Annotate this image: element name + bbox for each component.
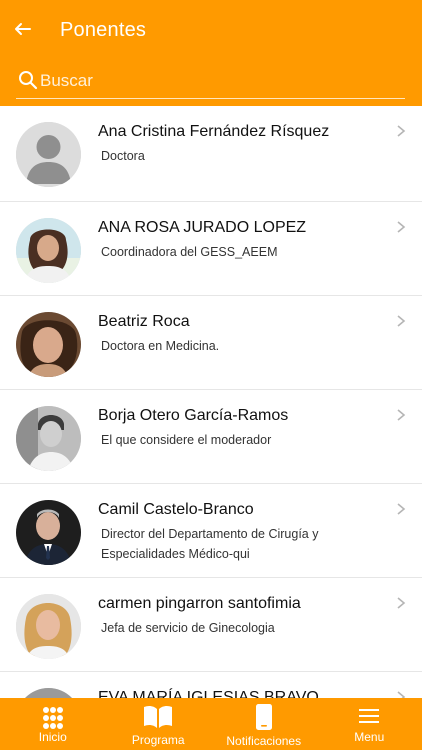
bottom-tab-bar: Inicio Programa Notificaciones Menu <box>0 698 422 750</box>
speaker-role: Doctora en Medicina. <box>101 339 220 353</box>
arrow-left-icon <box>15 23 31 35</box>
speaker-name: ANA ROSA JURADO LOPEZ <box>98 219 307 236</box>
list-item[interactable]: EVA MARÍA IGLESIAS BRAVO <box>0 672 422 698</box>
speaker-role: Coordinadora del GESS_AEEM <box>101 245 278 259</box>
chevron-right-icon <box>397 315 406 327</box>
list-item[interactable]: ANA ROSA JURADO LOPEZ Coordinadora del G… <box>0 202 422 296</box>
menu-icon <box>359 709 380 723</box>
list-item[interactable]: Camil Castelo-Branco Director del Depart… <box>0 484 422 578</box>
search-bar[interactable] <box>16 68 405 99</box>
tab-programa[interactable]: Programa <box>106 698 212 750</box>
avatar <box>16 688 81 698</box>
back-button[interactable] <box>10 16 36 42</box>
avatar <box>16 406 81 471</box>
chevron-right-icon <box>397 503 406 515</box>
speaker-photo <box>16 500 81 565</box>
avatar <box>16 312 81 377</box>
tab-label: Inicio <box>38 730 67 744</box>
chevron-right-icon <box>397 597 406 609</box>
speaker-photo <box>16 406 81 471</box>
tab-inicio[interactable]: Inicio <box>0 698 106 750</box>
speaker-photo <box>16 312 81 377</box>
search-icon <box>19 71 38 90</box>
grid-icon <box>42 707 63 729</box>
list-item[interactable]: Ana Cristina Fernández Rísquez Doctora <box>0 106 422 202</box>
speaker-photo <box>16 594 81 659</box>
speaker-role: Doctora <box>101 149 145 163</box>
avatar <box>16 122 81 187</box>
list-item[interactable]: Borja Otero García-Ramos El que consider… <box>0 390 422 484</box>
book-icon <box>144 705 173 728</box>
tab-label: Programa <box>131 733 185 747</box>
speaker-name: carmen pingarron santofimia <box>98 595 301 612</box>
phone-icon <box>255 704 272 730</box>
search-input[interactable] <box>40 68 400 94</box>
avatar <box>16 500 81 565</box>
page-title: Ponentes <box>60 19 147 41</box>
speaker-name: EVA MARÍA IGLESIAS BRAVO <box>98 689 319 698</box>
speaker-name: Ana Cristina Fernández Rísquez <box>98 123 330 140</box>
avatar <box>16 218 81 283</box>
speaker-role: El que considere el moderador <box>101 433 272 447</box>
list-item[interactable]: carmen pingarron santofimia Jefa de serv… <box>0 578 422 672</box>
list-item[interactable]: Beatriz Roca Doctora en Medicina. <box>0 296 422 390</box>
avatar <box>16 594 81 659</box>
tab-label: Notificaciones <box>226 734 302 748</box>
tab-menu[interactable]: Menu <box>317 698 422 750</box>
chevron-right-icon <box>397 221 406 233</box>
chevron-right-icon <box>397 125 406 137</box>
speaker-role: Jefa de servicio de Ginecologia <box>101 621 275 635</box>
speaker-photo <box>16 218 81 283</box>
app: Ponentes Ana Cristina Fernández Rísquez … <box>0 0 422 750</box>
tab-label: Menu <box>354 730 385 744</box>
default-avatar-icon <box>16 122 81 187</box>
speaker-name: Borja Otero García-Ramos <box>98 407 289 424</box>
speaker-role: Director del Departamento de Cirugía y E… <box>101 527 319 561</box>
app-header: Ponentes <box>0 0 422 106</box>
chevron-right-icon <box>397 691 406 698</box>
speaker-list: Ana Cristina Fernández Rísquez Doctora A… <box>0 106 422 698</box>
speaker-photo <box>16 688 81 698</box>
chevron-right-icon <box>397 409 406 421</box>
speaker-name: Beatriz Roca <box>98 313 190 330</box>
speaker-name: Camil Castelo-Branco <box>98 501 254 518</box>
tab-notificaciones[interactable]: Notificaciones <box>211 698 317 750</box>
